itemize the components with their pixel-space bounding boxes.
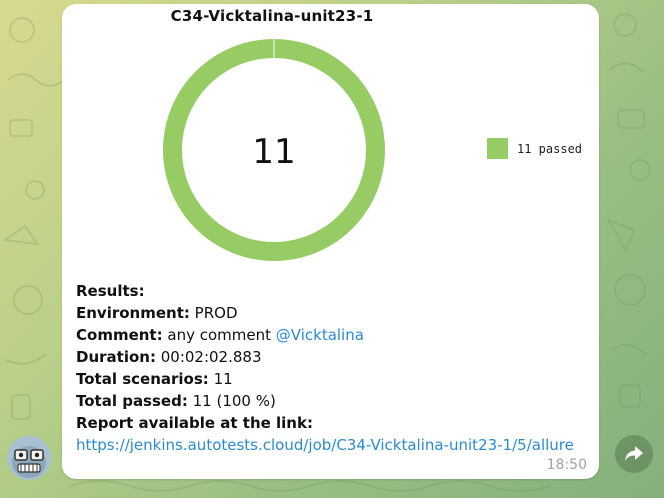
comment-label: Comment: xyxy=(76,326,163,344)
comment-value: any comment xyxy=(167,326,271,344)
environment-value: PROD xyxy=(194,304,238,322)
environment-label: Environment: xyxy=(76,304,190,322)
bot-face-graphic xyxy=(7,436,51,480)
duration-line: Duration: 00:02:02.883 xyxy=(76,346,591,368)
total-passed-line: Total passed: 11 (100 %) xyxy=(76,390,591,412)
report-link[interactable]: https://jenkins.autotests.cloud/job/C34-… xyxy=(76,436,574,454)
environment-line: Environment: PROD xyxy=(76,302,591,324)
total-passed-label: Total passed: xyxy=(76,392,188,410)
total-scenarios-value: 11 xyxy=(213,370,233,388)
total-scenarios-line: Total scenarios: 11 xyxy=(76,368,591,390)
comment-mention-link[interactable]: @Vicktalina xyxy=(276,326,364,344)
test-results-chart[interactable]: C34-Vicktalina-unit23-1 11 11 passed xyxy=(62,4,599,279)
total-scenarios-label: Total scenarios: xyxy=(76,370,209,388)
message-bubble[interactable]: C34-Vicktalina-unit23-1 11 11 passed Res… xyxy=(62,4,599,479)
report-label-line: Report available at the link: xyxy=(76,412,591,434)
report-link-line: https://jenkins.autotests.cloud/job/C34-… xyxy=(76,434,591,456)
duration-label: Duration: xyxy=(76,348,156,366)
legend-label-passed: 11 passed xyxy=(517,141,583,156)
total-passed-value: 11 (100 %) xyxy=(192,392,276,410)
bot-avatar-icon[interactable] xyxy=(7,436,51,480)
results-heading: Results: xyxy=(76,282,145,300)
share-button[interactable] xyxy=(615,435,653,473)
chart-title: C34-Vicktalina-unit23-1 xyxy=(170,7,374,25)
report-label: Report available at the link: xyxy=(76,414,313,432)
donut-chart: 11 xyxy=(162,39,385,261)
comment-line: Comment: any comment @Vicktalina xyxy=(76,324,591,346)
message-time: 18:50 xyxy=(546,457,587,473)
share-arrow-icon xyxy=(625,446,643,461)
results-heading-line: Results: xyxy=(76,280,591,302)
legend-swatch-passed xyxy=(487,138,508,159)
results-text: Results: Environment: PROD Comment: any … xyxy=(76,280,591,456)
duration-value: 00:02:02.883 xyxy=(160,348,262,366)
chart-legend: 11 passed xyxy=(487,138,582,159)
donut-center-label: 11 xyxy=(252,132,295,172)
